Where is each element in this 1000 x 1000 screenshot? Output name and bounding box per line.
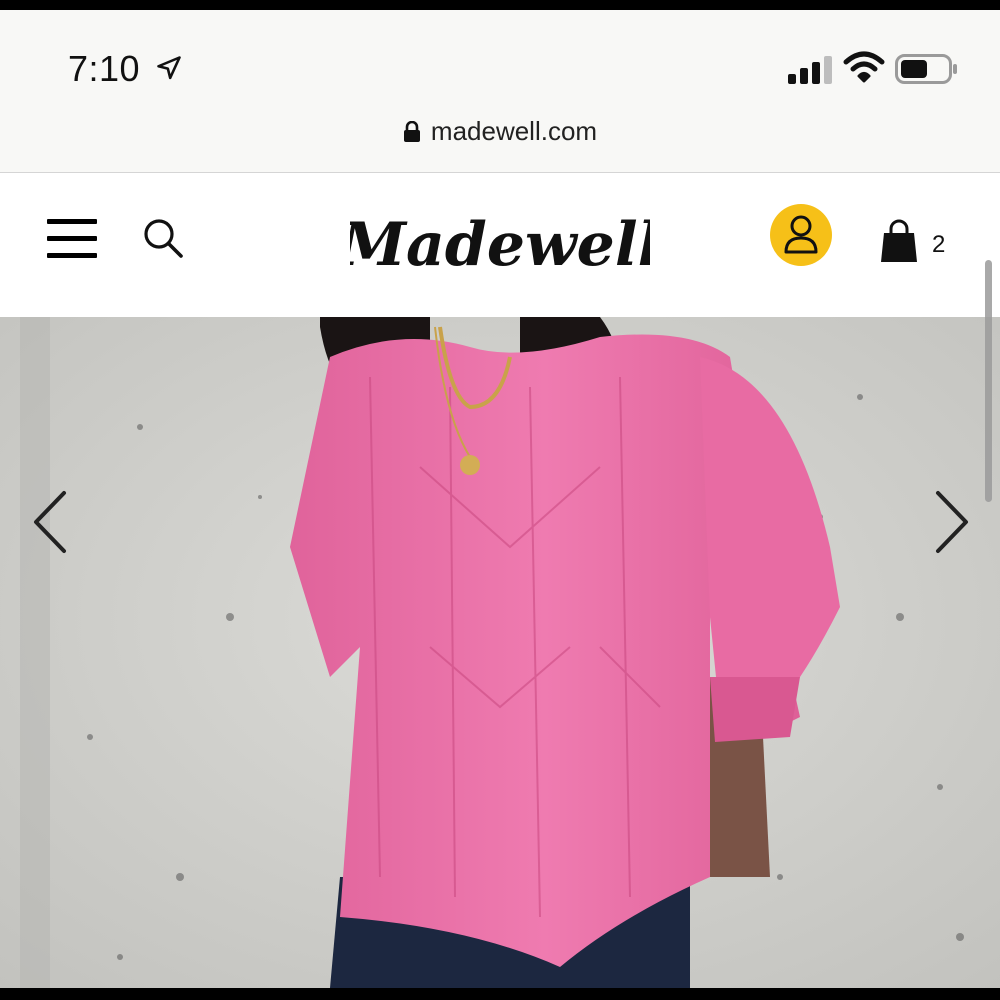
- cellular-signal-icon: [788, 56, 832, 84]
- hero-carousel[interactable]: [0, 317, 1000, 988]
- account-button[interactable]: [770, 204, 832, 266]
- phone-screen: 7:10 madewell.com Madewell 2: [0, 10, 1000, 988]
- chevron-right-icon[interactable]: [928, 487, 972, 557]
- wifi-icon: [843, 51, 885, 83]
- brand-logo-text: Madewell: [350, 210, 650, 280]
- hamburger-menu-icon[interactable]: [47, 219, 99, 261]
- shopping-bag-icon[interactable]: [880, 219, 918, 263]
- search-icon[interactable]: [142, 217, 184, 259]
- brand-logo[interactable]: Madewell: [350, 193, 650, 293]
- hero-product-photo: [0, 317, 1000, 988]
- lock-icon: [403, 120, 420, 142]
- bag-count: 2: [932, 231, 946, 258]
- user-icon: [784, 215, 818, 254]
- url-text: madewell.com: [430, 116, 598, 146]
- location-arrow-icon: [157, 56, 181, 80]
- site-header: Madewell 2: [0, 172, 1000, 318]
- address-bar[interactable]: madewell.com: [0, 116, 1000, 148]
- page-scrollbar[interactable]: [985, 260, 992, 502]
- browser-top-bar: 7:10 madewell.com: [0, 10, 1000, 172]
- status-time: 7:10: [68, 48, 141, 89]
- chevron-left-icon[interactable]: [30, 487, 74, 557]
- battery-icon: [895, 54, 957, 84]
